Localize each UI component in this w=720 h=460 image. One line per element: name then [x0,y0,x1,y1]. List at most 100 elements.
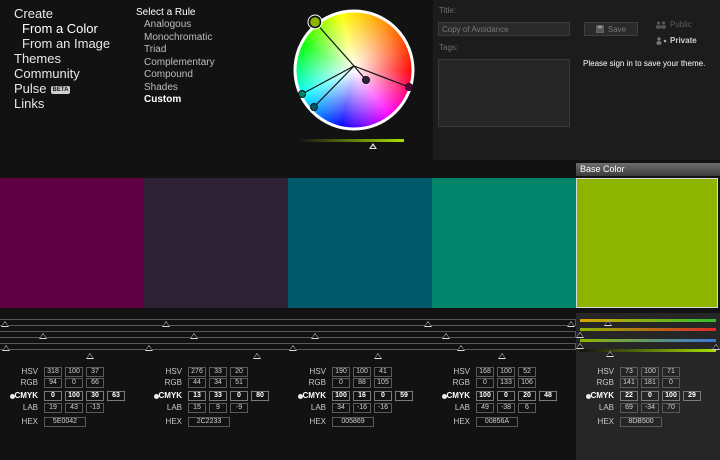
triangle-up-icon[interactable] [567,321,575,327]
color-swatch-base[interactable] [576,178,718,308]
private-option[interactable]: Private [655,36,697,45]
color-swatch[interactable] [0,178,144,308]
hex-value-field[interactable]: 005869 [332,417,374,427]
nav-create[interactable]: Create [14,6,110,21]
triangle-up-icon[interactable] [498,353,506,359]
lab-value-field[interactable]: 9 [209,403,227,413]
hsv-value-field[interactable]: 33 [209,367,227,377]
lab-value-field[interactable]: -34 [641,403,659,413]
public-option[interactable]: Public [655,20,692,29]
cmyk-value-field[interactable]: 100 [332,391,350,401]
hsv-value-field[interactable]: 71 [662,367,680,377]
rgb-value-field[interactable]: 94 [44,378,62,388]
triangle-up-icon[interactable] [606,351,614,357]
triangle-up-icon[interactable] [712,344,720,350]
cmyk-value-field[interactable]: 33 [209,391,227,401]
cmyk-value-field[interactable]: 16 [353,391,371,401]
triangle-up-icon[interactable] [39,333,47,339]
hsv-value-field[interactable]: 100 [353,367,371,377]
lab-value-field[interactable]: -38 [497,403,515,413]
rgb-value-field[interactable]: 181 [641,378,659,388]
nav-links[interactable]: Links [14,96,110,111]
cmyk-value-field[interactable]: 63 [107,391,125,401]
lab-value-field[interactable]: -16 [374,403,392,413]
cmyk-value-field[interactable]: 0 [374,391,392,401]
rgb-value-field[interactable]: 105 [374,378,392,388]
nav-from-an-image[interactable]: From an Image [14,36,110,51]
lab-value-field[interactable]: 19 [44,403,62,413]
cmyk-value-field[interactable]: 80 [251,391,269,401]
cmyk-value-field[interactable]: 30 [86,391,104,401]
lab-value-field[interactable]: 70 [662,403,680,413]
rule-complementary[interactable]: Complementary [136,57,215,70]
triangle-up-icon[interactable] [424,321,432,327]
hsv-value-field[interactable]: 37 [86,367,104,377]
rgb-value-field[interactable]: 106 [518,378,536,388]
wheel-handle[interactable] [310,103,318,111]
rgb-value-field[interactable]: 133 [497,378,515,388]
cmyk-value-field[interactable]: 0 [497,391,515,401]
radio-dot-icon[interactable] [154,394,159,399]
rgb-value-field[interactable]: 0 [662,378,680,388]
cmyk-value-field[interactable]: 29 [683,391,701,401]
triangle-up-icon[interactable] [604,320,612,326]
lab-value-field[interactable]: 43 [65,403,83,413]
rgb-value-field[interactable]: 0 [65,378,83,388]
rgb-value-field[interactable]: 66 [86,378,104,388]
nav-pulse[interactable]: Pulse BETA [14,81,110,96]
lab-value-field[interactable]: 49 [476,403,494,413]
rule-monochromatic[interactable]: Monochromatic [136,32,215,45]
triangle-up-icon[interactable] [442,333,450,339]
radio-dot-icon[interactable] [10,394,15,399]
lab-value-field[interactable]: 34 [332,403,350,413]
hsv-value-field[interactable]: 100 [65,367,83,377]
rgb-value-field[interactable]: 141 [620,378,638,388]
brightness-slider[interactable] [296,138,406,150]
cmyk-value-field[interactable]: 48 [539,391,557,401]
rule-triad[interactable]: Triad [136,44,215,57]
hsv-value-field[interactable]: 100 [497,367,515,377]
triangle-up-icon[interactable] [289,345,297,351]
radio-dot-icon[interactable] [586,394,591,399]
tags-input[interactable] [438,59,570,127]
nav-from-a-color[interactable]: From a Color [14,21,110,36]
cmyk-value-field[interactable]: 22 [620,391,638,401]
rgb-value-field[interactable]: 88 [353,378,371,388]
wheel-handle[interactable] [298,90,306,98]
triangle-up-icon[interactable] [311,333,319,339]
color-swatch[interactable] [144,178,288,308]
rule-analogous[interactable]: Analogous [136,19,215,32]
blue-channel-slider[interactable] [580,339,716,342]
lab-value-field[interactable]: -9 [230,403,248,413]
color-wheel[interactable] [292,8,416,132]
hex-value-field[interactable]: 2C2233 [188,417,230,427]
hex-value-field[interactable]: 8DB500 [620,417,662,427]
rgb-value-field[interactable]: 0 [332,378,350,388]
rule-custom[interactable]: Custom [136,94,215,107]
wheel-handle[interactable] [405,83,413,91]
rule-shades[interactable]: Shades [136,82,215,95]
cmyk-value-field[interactable]: 100 [65,391,83,401]
hsv-value-field[interactable]: 168 [476,367,494,377]
cmyk-value-field[interactable]: 100 [662,391,680,401]
lab-value-field[interactable]: -13 [86,403,104,413]
color-swatch[interactable] [288,178,432,308]
cmyk-value-field[interactable]: 0 [641,391,659,401]
cmyk-value-field[interactable]: 13 [188,391,206,401]
cmyk-value-field[interactable]: 0 [44,391,62,401]
lab-value-field[interactable]: 6 [518,403,536,413]
triangle-up-icon[interactable] [576,332,584,338]
title-input[interactable] [438,22,570,36]
cmyk-value-field[interactable]: 59 [395,391,413,401]
hsv-value-field[interactable]: 318 [44,367,62,377]
triangle-up-icon[interactable] [253,353,261,359]
cmyk-value-field[interactable]: 0 [230,391,248,401]
green-channel-slider[interactable] [580,319,716,322]
triangle-up-icon[interactable] [374,353,382,359]
rule-compound[interactable]: Compound [136,69,215,82]
lab-value-field[interactable]: 15 [188,403,206,413]
triangle-up-icon[interactable] [86,353,94,359]
radio-dot-icon[interactable] [442,394,447,399]
rgb-value-field[interactable]: 51 [230,378,248,388]
nav-themes[interactable]: Themes [14,51,110,66]
